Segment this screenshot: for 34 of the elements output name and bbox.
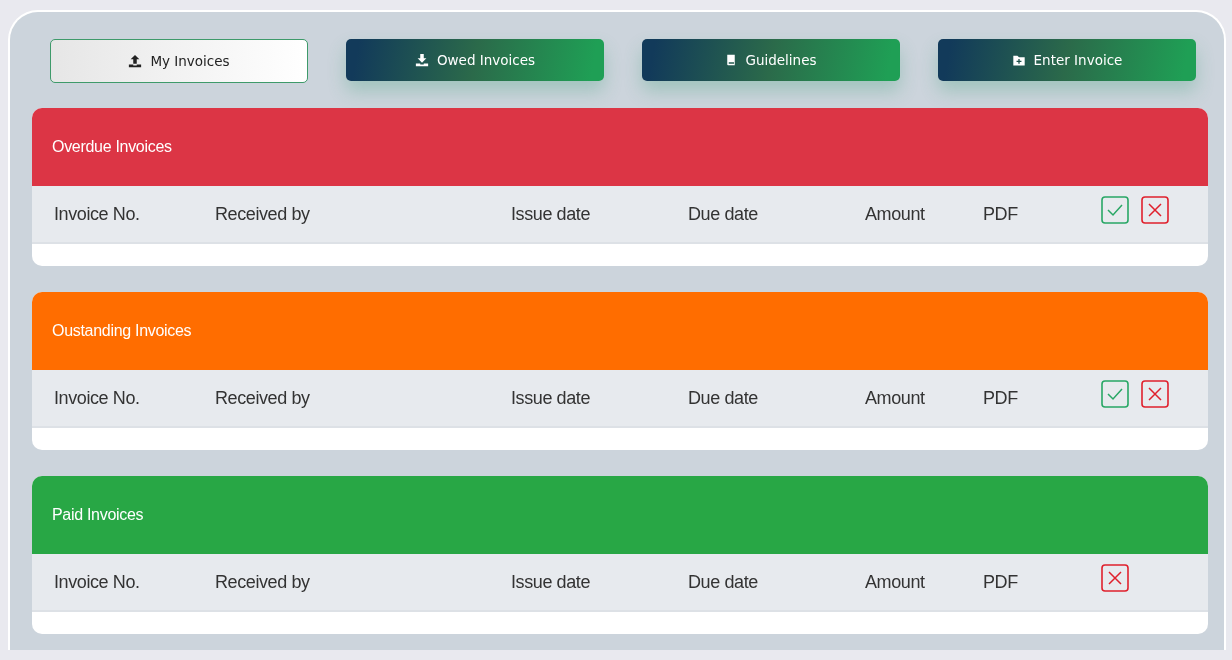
column-header: Due date — [688, 571, 759, 593]
upload-icon — [128, 54, 143, 68]
column-header: Invoice No. — [54, 203, 141, 225]
download-icon — [414, 53, 429, 67]
column-header: PDF — [983, 571, 1019, 593]
close-icon[interactable] — [1101, 564, 1129, 592]
column-header: Due date — [688, 203, 759, 225]
checkmark-icon[interactable] — [1101, 380, 1129, 408]
tab[interactable]: Owed Invoices — [346, 39, 604, 81]
tab[interactable]: Enter Invoice — [938, 39, 1196, 81]
close-icon[interactable] — [1141, 196, 1169, 224]
column-header: Due date — [688, 387, 759, 409]
column-header: Issue date — [511, 203, 592, 225]
column-header: Invoice No. — [54, 387, 141, 409]
column-header: Received by — [215, 571, 311, 593]
column-header: Invoice No. — [54, 571, 141, 593]
panel-title: Overdue Invoices — [52, 138, 172, 156]
column-header: Amount — [865, 387, 926, 409]
checkmark-icon[interactable] — [1101, 196, 1129, 224]
column-header: Received by — [215, 387, 311, 409]
tab[interactable]: My Invoices — [50, 39, 308, 83]
book-icon — [725, 53, 738, 67]
tab[interactable]: Guidelines — [642, 39, 900, 81]
close-icon[interactable] — [1141, 380, 1169, 408]
column-header: Amount — [865, 571, 926, 593]
column-header: PDF — [983, 203, 1019, 225]
panel-title: Oustanding Invoices — [52, 322, 192, 340]
folder-plus-icon — [1011, 53, 1026, 67]
column-header: Issue date — [511, 571, 592, 593]
panel-title: Paid Invoices — [52, 506, 144, 524]
column-header: PDF — [983, 387, 1019, 409]
column-header: Amount — [865, 203, 926, 225]
column-header: Issue date — [511, 387, 592, 409]
column-header: Received by — [215, 203, 311, 225]
